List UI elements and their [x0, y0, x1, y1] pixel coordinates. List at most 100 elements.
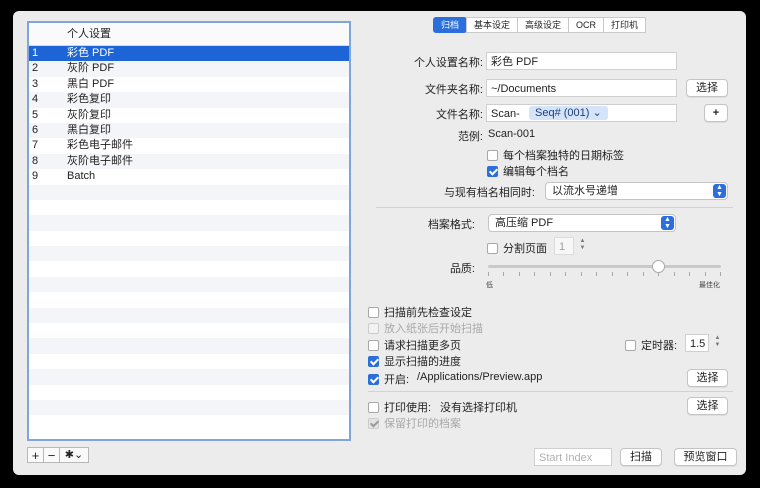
quality-tick	[704, 272, 706, 276]
add-profile-button[interactable]: +	[27, 447, 44, 463]
profile-row[interactable]: 2 灰阶 PDF	[29, 61, 349, 77]
edit-each-checkbox[interactable]: 编辑每个档名	[487, 163, 569, 179]
profile-row[interactable]: 1 彩色 PDF	[29, 46, 349, 62]
show-progress-checkbox[interactable]: 显示扫描的进度	[368, 353, 461, 369]
quality-tick	[627, 272, 629, 276]
empty-row	[29, 184, 349, 200]
format-popup[interactable]: 高压缩 PDF ▲ ▼	[488, 214, 676, 232]
profile-list-header: 个人设置	[29, 23, 349, 46]
tab-0[interactable]: 归档	[433, 17, 468, 33]
timer-field[interactable]: 1.5	[685, 334, 709, 352]
scan-settings-window: 个人设置 1 彩色 PDF 2 灰阶 PDF 3 黑白 PDF 4 彩色复印 5 灰阶复印 6 黑白复…	[13, 11, 746, 475]
profile-name: 黑白复印	[67, 123, 111, 136]
list-toolbar: + − ✱⌄	[27, 447, 89, 463]
empty-row	[29, 385, 349, 400]
profile-row[interactable]: 9 Batch	[29, 169, 349, 184]
open-app-checkbox[interactable]: 开启:	[368, 371, 409, 387]
more-pages-checkbox[interactable]: 请求扫描更多页	[368, 337, 461, 353]
popup-arrows-icon: ▲ ▼	[713, 184, 726, 198]
empty-row	[29, 261, 349, 276]
format-label: 档案格式:	[427, 219, 475, 231]
empty-row	[29, 215, 349, 231]
show-progress-text: 显示扫描的进度	[384, 356, 461, 368]
profile-number: 7	[32, 139, 39, 152]
folder-label: 文件夹名称:	[424, 84, 483, 96]
gear-menu-button[interactable]: ✱⌄	[59, 447, 89, 463]
checkbox-box	[368, 373, 379, 385]
popup-arrows-icon: ▲ ▼	[661, 216, 674, 230]
quality-tick	[565, 272, 567, 276]
quality-tick	[720, 272, 721, 276]
empty-row	[29, 307, 349, 324]
open-app-text: 开启:	[384, 374, 410, 386]
checkbox-box	[625, 339, 636, 351]
empty-row	[29, 292, 349, 307]
quality-tick	[611, 272, 613, 276]
profile-row[interactable]: 5 灰阶复印	[29, 108, 349, 123]
profile-name: Batch	[67, 170, 96, 183]
load-paper-text: 放入纸张后开始扫描	[384, 323, 483, 335]
print-text: 打印使用:	[384, 402, 432, 414]
profile-row[interactable]: 3 黑白 PDF	[29, 77, 349, 92]
divider	[376, 207, 733, 208]
timer-checkbox[interactable]: 定时器:	[625, 337, 677, 353]
keep-print-text: 保留打印的档案	[384, 418, 461, 430]
profile-row[interactable]: 4 彩色复印	[29, 92, 349, 108]
filename-prefix: Scan-	[491, 108, 520, 120]
tab-4[interactable]: 打印机	[603, 17, 647, 33]
timer-stepper-icon[interactable]: ▲ ▼	[713, 335, 722, 351]
empty-row	[29, 276, 349, 293]
tab-1[interactable]: 基本设定	[466, 17, 519, 33]
profile-number: 1	[32, 47, 39, 59]
checkbox-box	[487, 242, 498, 254]
quality-tick	[518, 272, 520, 276]
profile-list[interactable]: 个人设置 1 彩色 PDF 2 灰阶 PDF 3 黑白 PDF 4 彩色复印 5 灰阶复印 6 黑白复…	[27, 21, 351, 441]
checkbox-box	[368, 355, 379, 367]
profile-number: 2	[32, 62, 39, 75]
example-label: 范例:	[457, 131, 483, 143]
profile-number: 5	[32, 108, 39, 121]
scan-button[interactable]: 扫描	[620, 448, 662, 466]
example-value: Scan-001	[488, 128, 536, 140]
split-page-checkbox[interactable]: 分割页面	[487, 240, 547, 256]
printer-choose-button[interactable]: 选择	[687, 397, 728, 415]
conflict-value: 以流水号递增	[552, 185, 618, 197]
preview-button[interactable]: 预览窗口	[674, 448, 737, 466]
gear-icon: ✱⌄	[64, 449, 84, 461]
conflict-popup[interactable]: 以流水号递增 ▲ ▼	[545, 182, 728, 200]
check-before-checkbox[interactable]: 扫描前先检查设定	[368, 304, 472, 320]
more-pages-text: 请求扫描更多页	[384, 340, 461, 352]
checkbox-box	[487, 149, 498, 161]
start-index-field[interactable]: Start Index	[534, 448, 612, 466]
profile-number: 9	[32, 170, 39, 183]
checkbox-box	[368, 322, 379, 334]
profile-row[interactable]: 7 彩色电子邮件	[29, 138, 349, 153]
unique-date-checkbox[interactable]: 每个档案独特的日期标签	[487, 147, 624, 163]
open-app-choose-button[interactable]: 选择	[687, 369, 728, 387]
split-count-field[interactable]: 1	[554, 237, 574, 255]
folder-field[interactable]: ~/Documents	[486, 79, 677, 97]
profile-row[interactable]: 6 黑白复印	[29, 122, 349, 139]
add-token-button[interactable]: +	[704, 104, 728, 122]
folder-choose-button[interactable]: 选择	[686, 79, 728, 97]
load-paper-checkbox: 放入纸张后开始扫描	[368, 320, 483, 336]
quality-tick	[580, 272, 582, 276]
print-checkbox[interactable]: 打印使用:	[368, 399, 431, 415]
tab-3[interactable]: OCR	[568, 17, 605, 33]
empty-row	[29, 415, 349, 430]
quality-slider-track[interactable]	[488, 265, 721, 268]
profile-name-field[interactable]: 彩色 PDF	[486, 52, 677, 70]
printer-value: 没有选择打印机	[440, 402, 517, 414]
split-stepper-icon[interactable]: ▲ ▼	[578, 238, 587, 254]
open-app-path: /Applications/Preview.app	[417, 371, 543, 383]
empty-row	[29, 231, 349, 246]
profile-name: 黑白 PDF	[67, 77, 115, 90]
empty-row	[29, 399, 349, 416]
remove-profile-button[interactable]: −	[43, 447, 60, 463]
checkbox-box	[368, 401, 379, 413]
tab-2[interactable]: 高级设定	[517, 17, 570, 33]
profile-name: 彩色复印	[67, 93, 111, 106]
quality-tick	[549, 272, 551, 276]
profile-row[interactable]: 8 灰阶电子邮件	[29, 153, 349, 170]
sequence-token[interactable]: Seq# (001) ⌄	[529, 106, 608, 120]
